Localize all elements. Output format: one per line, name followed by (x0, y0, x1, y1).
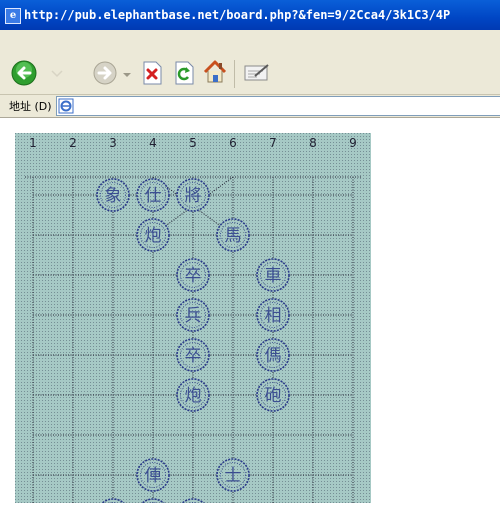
piece-label: 傌 (265, 346, 282, 366)
address-input[interactable] (56, 96, 500, 116)
file-label: 5 (189, 136, 197, 150)
piece-xiang-2[interactable]: 相 (256, 298, 290, 332)
piece-label: 砲 (265, 386, 282, 406)
piece-pao-2[interactable]: 炮 (176, 378, 210, 412)
menu-tools[interactable]: 工具(T) (214, 35, 255, 52)
piece-bing-1[interactable]: 兵 (176, 298, 210, 332)
piece-che-2[interactable]: 俥 (136, 458, 170, 492)
piece-jiang[interactable]: 將 (176, 178, 210, 212)
forward-arrow-icon (93, 61, 117, 85)
page-icon (58, 98, 74, 118)
file-label: 7 (269, 136, 277, 150)
piece-label: 卒 (185, 346, 202, 366)
piece-ma-2[interactable]: 傌 (256, 338, 290, 372)
piece-label: 相 (265, 306, 282, 326)
piece-label: 俥 (145, 466, 162, 486)
address-label: 地址 (D) (9, 100, 52, 113)
home-button[interactable] (202, 59, 228, 85)
toolbar-separator (234, 60, 235, 88)
menu-help[interactable]: 帮助(H) (266, 35, 308, 52)
address-bar: 地址 (D) (0, 95, 500, 118)
home-icon (203, 60, 227, 83)
browser-toolbar (0, 54, 500, 95)
piece-ma-1[interactable]: 馬 (216, 218, 250, 252)
chevron-down-icon (123, 73, 131, 77)
forward-button[interactable] (92, 60, 118, 86)
refresh-button[interactable] (173, 61, 195, 85)
file-label: 4 (149, 136, 157, 150)
file-label: 9 (349, 136, 357, 150)
piece-label: 馬 (225, 226, 242, 246)
piece-zu-2[interactable]: 卒 (176, 338, 210, 372)
stop-button[interactable] (141, 61, 163, 85)
menu-favorites[interactable]: 收藏(A) (162, 35, 204, 52)
piece-label: 卒 (185, 266, 202, 286)
piece-label: 炮 (185, 386, 202, 406)
piece-pao-1[interactable]: 炮 (136, 218, 170, 252)
piece-label: 兵 (185, 306, 202, 326)
piece-zu-1[interactable]: 卒 (176, 258, 210, 292)
piece-shi-1[interactable]: 仕 (136, 178, 170, 212)
chevron-down-icon (51, 70, 63, 78)
xiangqi-board-svg: 123456789象仕將炮馬卒車兵相卒傌炮砲俥士相仕帥 (15, 133, 371, 507)
browser-app-icon: e (5, 8, 21, 24)
file-label: 6 (229, 136, 237, 150)
back-button[interactable] (11, 60, 37, 86)
window-titlebar: e http://pub.elephantbase.net/board.php?… (0, 0, 500, 30)
file-label: 8 (309, 136, 317, 150)
file-label: 2 (69, 136, 77, 150)
window-title: http://pub.elephantbase.net/board.php?&f… (24, 8, 451, 22)
menu-bar: 文件(F) 编辑(E) 查看(V) 收藏(A) 工具(T) 帮助(H) (0, 30, 500, 54)
piece-label: 將 (185, 186, 202, 206)
forward-dropdown[interactable] (120, 66, 134, 82)
piece-label: 士 (225, 466, 242, 486)
piece-pao-3[interactable]: 砲 (256, 378, 290, 412)
file-label: 3 (109, 136, 117, 150)
piece-label: 象 (105, 186, 122, 206)
menu-file[interactable]: 文件(F) (6, 35, 46, 52)
stop-icon (143, 61, 162, 85)
page-content: 123456789象仕將炮馬卒車兵相卒傌炮砲俥士相仕帥 (0, 118, 500, 507)
back-arrow-icon (11, 60, 37, 86)
xiangqi-board: 123456789象仕將炮馬卒車兵相卒傌炮砲俥士相仕帥 (15, 133, 371, 507)
menu-view[interactable]: 查看(V) (110, 35, 152, 52)
piece-label: 仕 (145, 186, 162, 206)
menu-edit[interactable]: 编辑(E) (58, 35, 99, 52)
piece-xiang-1[interactable]: 象 (96, 178, 130, 212)
edit-button[interactable] (243, 62, 271, 84)
back-dropdown[interactable] (46, 66, 68, 82)
refresh-icon (175, 61, 194, 85)
edit-icon (244, 64, 269, 81)
file-label: 1 (29, 136, 37, 150)
piece-che-1[interactable]: 車 (256, 258, 290, 292)
piece-label: 炮 (145, 226, 162, 246)
piece-label: 車 (265, 266, 282, 286)
piece-shi-2[interactable]: 士 (216, 458, 250, 492)
